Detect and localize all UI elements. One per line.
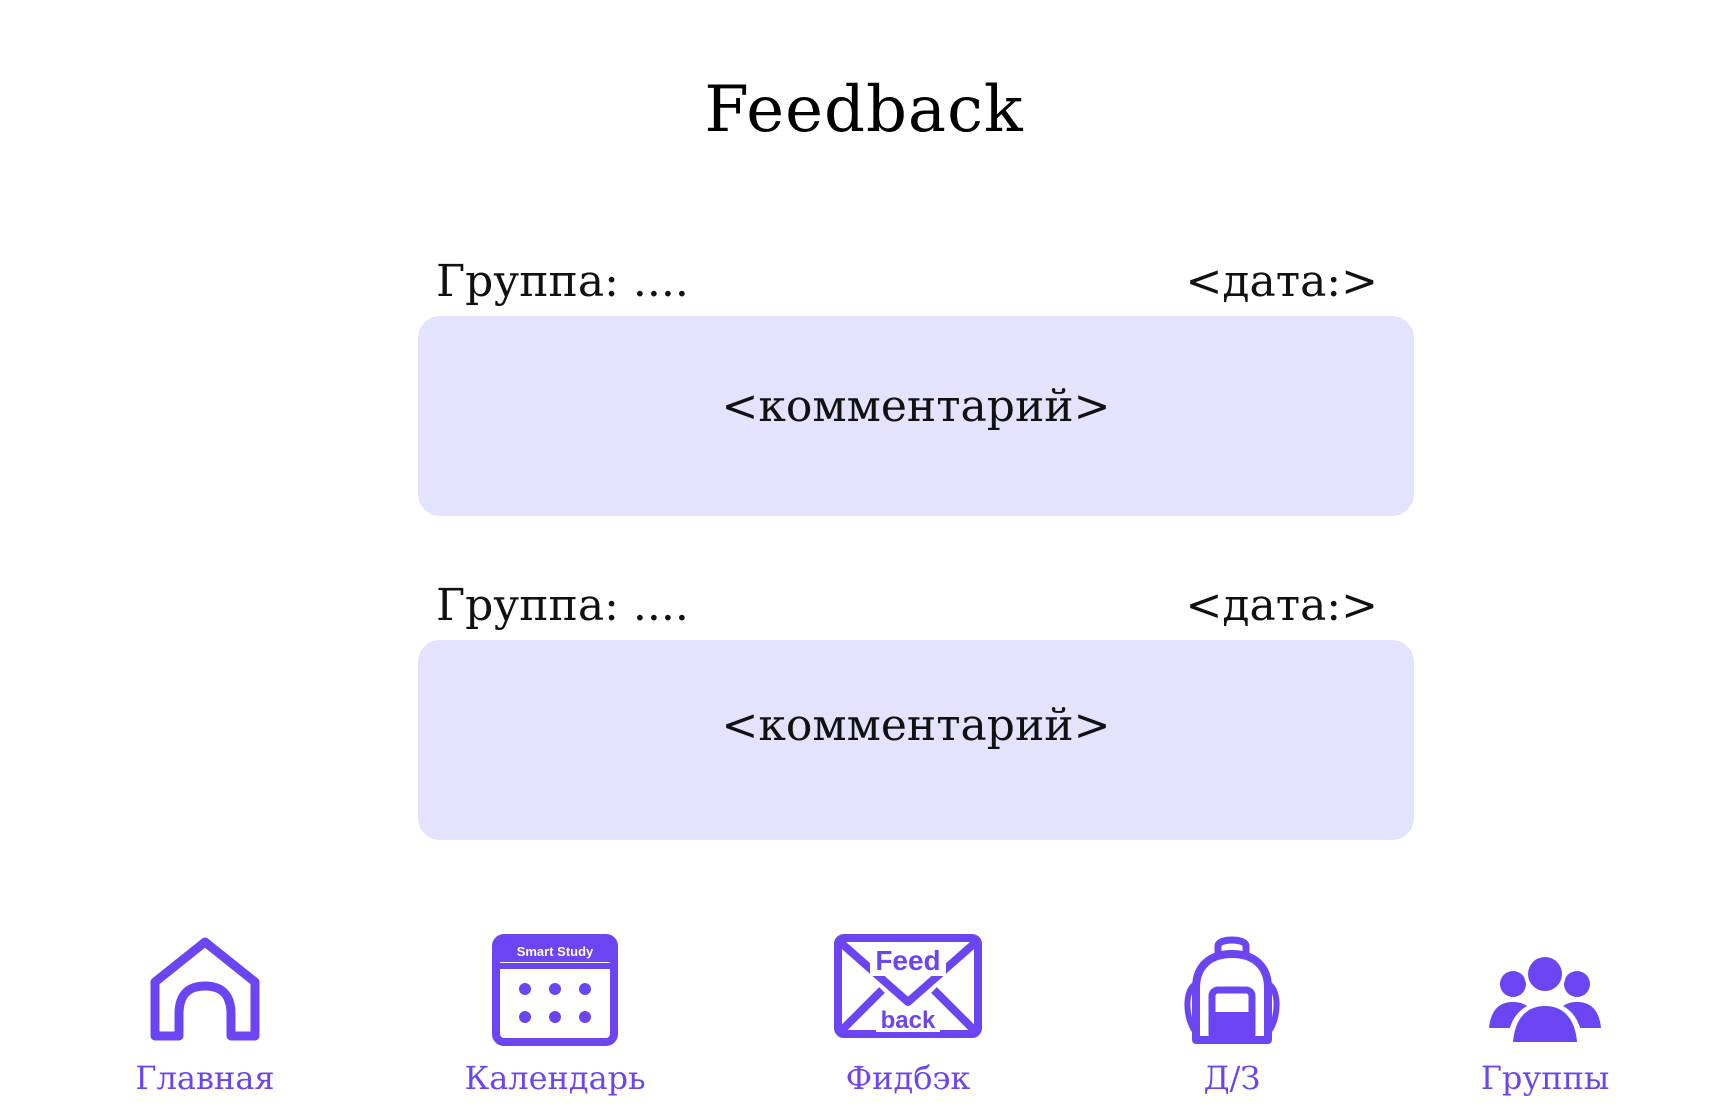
feedback-icon-text-bottom: back [881,1007,936,1034]
nav-label-calendar: Календарь [464,1059,646,1097]
group-label: Группа: .... [436,256,689,307]
groups-icon [1489,953,1601,1044]
comment-text: <комментарий> [721,700,1111,751]
nav-item-homework[interactable]: Д/З [1112,930,1352,1110]
feedback-card-header: Группа: .... <дата:> [418,252,1414,312]
nav-item-home[interactable]: Главная [85,930,325,1110]
feedback-card-header: Группа: .... <дата:> [418,576,1414,636]
feedback-card: Группа: .... <дата:> <комментарий> [418,576,1414,840]
nav-label-homework: Д/З [1203,1059,1261,1097]
group-label: Группа: .... [436,580,689,631]
backpack-icon [1184,936,1280,1044]
calendar-icon: Smart Study [492,934,618,1046]
date-label: <дата:> [1185,580,1378,631]
feedback-envelope-icon: Feed back [834,934,982,1038]
nav-label-home: Главная [135,1059,275,1097]
comment-text: <комментарий> [721,381,1111,432]
home-icon [150,937,260,1041]
feedback-icon-text-top: Feed [875,945,940,976]
comment-box: <комментарий> [418,316,1414,516]
comment-box: <комментарий> [418,640,1414,840]
nav-item-groups[interactable]: Группы [1425,930,1665,1110]
calendar-icon-text: Smart Study [517,944,594,959]
bottom-navigation: Главная Smart Study Календарь Feed back … [0,930,1728,1117]
page-title: Feedback [704,73,1024,147]
nav-label-feedback: Фидбэк [845,1059,971,1097]
feedback-card: Группа: .... <дата:> <комментарий> [418,252,1414,516]
date-label: <дата:> [1185,256,1378,307]
nav-item-feedback[interactable]: Feed back Фидбэк [788,930,1028,1110]
nav-label-groups: Группы [1480,1059,1610,1097]
nav-item-calendar[interactable]: Smart Study Календарь [435,930,675,1110]
